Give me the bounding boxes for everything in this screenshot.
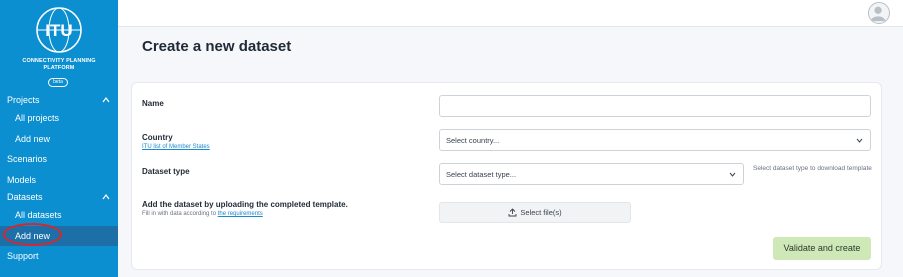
platform-name-line1: CONNECTIVITY PLANNING xyxy=(22,58,96,64)
select-files-button[interactable]: Select file(s) xyxy=(439,202,631,223)
sidebar-item-label: Add new xyxy=(15,134,51,144)
chevron-up-icon xyxy=(102,194,110,200)
dataset-type-label: Dataset type xyxy=(142,167,190,176)
sidebar-item-all-projects[interactable]: All projects xyxy=(0,108,118,128)
sidebar-item-label: Models xyxy=(7,175,37,185)
platform-name-line2: PLATFORM xyxy=(43,65,75,71)
dataset-type-hint: Select dataset type to download template xyxy=(753,165,872,172)
sidebar-item-label: Datasets xyxy=(7,192,43,202)
sidebar-item-label: All projects xyxy=(15,113,60,123)
upload-label: Add the dataset by uploading the complet… xyxy=(142,200,348,209)
upload-helper-text: Fill in with data according to xyxy=(142,211,217,217)
sidebar-item-label: Scenarios xyxy=(7,154,48,164)
sidebar-item-scenarios[interactable]: Scenarios xyxy=(0,149,118,169)
sidebar-item-projects[interactable]: Projects xyxy=(0,90,118,110)
validate-and-create-button[interactable]: Validate and create xyxy=(773,237,871,260)
user-silhouette-icon xyxy=(870,6,886,22)
user-avatar-icon[interactable] xyxy=(868,2,890,24)
page-title: Create a new dataset xyxy=(142,38,292,55)
upload-helper: Fill in with data according to the requi… xyxy=(142,211,263,217)
select-files-label: Select file(s) xyxy=(520,208,562,217)
member-states-link[interactable]: ITU list of Member States xyxy=(142,144,210,150)
country-select[interactable]: Select country... xyxy=(439,129,871,151)
requirements-link[interactable]: the requirements xyxy=(218,211,263,217)
sidebar: ITU CONNECTIVITY PLANNING PLATFORM beta … xyxy=(0,0,118,277)
sidebar-item-all-datasets[interactable]: All datasets xyxy=(0,205,118,225)
beta-badge: beta xyxy=(48,78,68,87)
sidebar-item-label: All datasets xyxy=(15,210,62,220)
chevron-up-icon xyxy=(102,97,110,103)
sidebar-item-label: Support xyxy=(7,251,39,261)
name-input[interactable] xyxy=(439,95,871,117)
country-label: Country xyxy=(142,133,173,142)
name-label: Name xyxy=(142,99,164,108)
logo-text: ITU xyxy=(45,21,72,40)
dataset-type-select[interactable]: Select dataset type... xyxy=(439,163,744,185)
country-select-value: Select country... xyxy=(446,136,500,145)
chevron-down-icon xyxy=(729,172,736,177)
top-bar xyxy=(118,0,903,27)
sidebar-item-label: Projects xyxy=(7,95,40,105)
highlight-annotation-circle xyxy=(3,223,62,246)
itu-logo-icon[interactable]: ITU xyxy=(34,5,84,55)
upload-icon xyxy=(508,208,517,217)
dataset-type-select-value: Select dataset type... xyxy=(446,170,517,179)
platform-name: CONNECTIVITY PLANNING PLATFORM xyxy=(0,58,118,72)
sidebar-item-add-project[interactable]: Add new xyxy=(0,129,118,149)
sidebar-item-datasets[interactable]: Datasets xyxy=(0,187,118,207)
sidebar-item-support[interactable]: Support xyxy=(0,246,118,266)
chevron-down-icon xyxy=(856,138,863,143)
